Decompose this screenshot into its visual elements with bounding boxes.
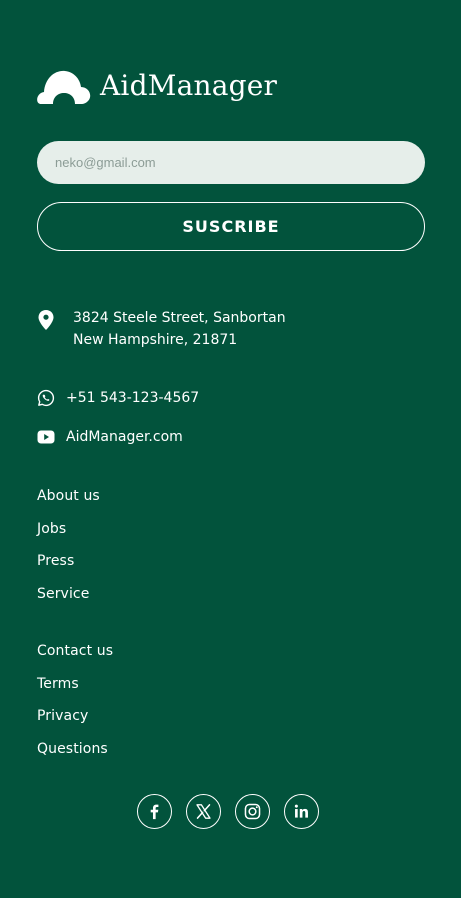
nav-link-jobs[interactable]: Jobs <box>37 521 66 537</box>
nav-link-service[interactable]: Service <box>37 586 89 602</box>
instagram-button[interactable] <box>235 794 270 829</box>
nav-link-questions[interactable]: Questions <box>37 741 108 757</box>
address-line-2: New Hampshire, 21871 <box>73 332 238 348</box>
nav-link-about-us[interactable]: About us <box>37 488 100 504</box>
linkedin-icon <box>294 804 308 818</box>
email-input[interactable] <box>37 141 425 184</box>
social-links <box>137 794 319 829</box>
footer-nav-primary: About us Jobs Press Service <box>37 484 100 614</box>
brand[interactable]: AidManager <box>37 66 277 106</box>
address-line-1: 3824 Steele Street, Sanbortan <box>73 310 286 326</box>
phone-number: +51 543-123-4567 <box>66 390 200 406</box>
phone[interactable]: +51 543-123-4567 <box>37 387 199 409</box>
brand-name: AidManager <box>100 69 278 102</box>
facebook-icon <box>150 804 159 820</box>
youtube-icon <box>37 430 55 444</box>
facebook-button[interactable] <box>137 794 172 829</box>
footer-nav-secondary: Contact us Terms Privacy Questions <box>37 639 113 769</box>
x-icon <box>196 804 211 819</box>
instagram-icon <box>244 803 261 820</box>
whatsapp-icon <box>37 389 55 407</box>
nav-link-press[interactable]: Press <box>37 553 74 569</box>
site-footer: AidManager SUSCRIBE 3824 Steele Street, … <box>0 0 461 898</box>
website-link[interactable]: AidManager.com <box>37 426 183 448</box>
website-label: AidManager.com <box>66 429 183 445</box>
linkedin-button[interactable] <box>284 794 319 829</box>
address: 3824 Steele Street, Sanbortan New Hampsh… <box>37 307 286 351</box>
nav-link-privacy[interactable]: Privacy <box>37 708 88 724</box>
location-pin-icon <box>38 310 54 330</box>
subscribe-button[interactable]: SUSCRIBE <box>37 202 425 251</box>
nav-link-contact-us[interactable]: Contact us <box>37 643 113 659</box>
x-button[interactable] <box>186 794 221 829</box>
cloud-logo-icon <box>37 70 91 104</box>
nav-link-terms[interactable]: Terms <box>37 676 79 692</box>
